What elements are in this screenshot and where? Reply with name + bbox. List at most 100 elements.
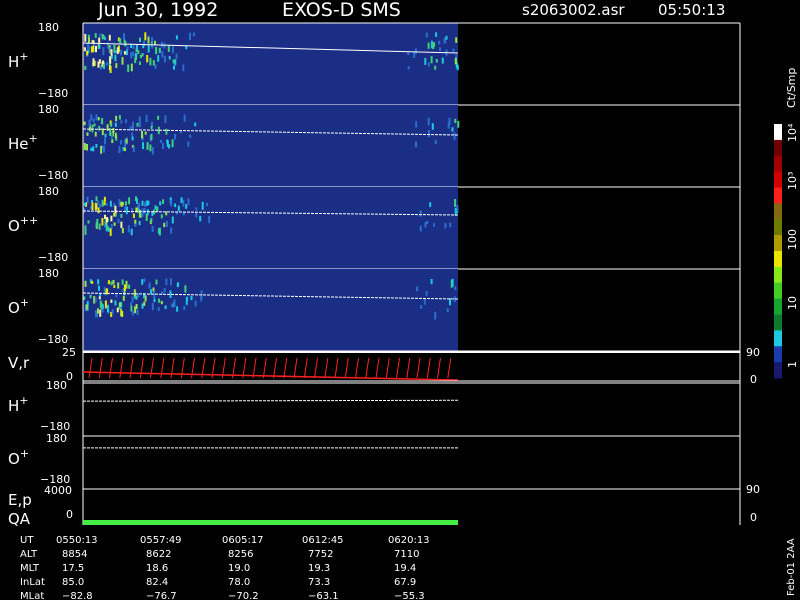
heat-cell bbox=[159, 139, 162, 143]
footer-row-name: ALT bbox=[20, 549, 38, 560]
heat-cell bbox=[429, 202, 432, 208]
heat-cell bbox=[415, 121, 418, 128]
heat-cell bbox=[415, 141, 417, 148]
heat-cell bbox=[87, 43, 90, 51]
ep-tick-top: 4000 bbox=[44, 484, 72, 497]
heat-cell bbox=[115, 115, 118, 122]
qa-label: QA bbox=[8, 510, 31, 528]
heat-cell bbox=[135, 295, 138, 300]
heat-cell bbox=[172, 46, 174, 54]
heat-cell bbox=[434, 139, 437, 145]
heat-cell bbox=[132, 45, 135, 49]
heat-cell bbox=[173, 65, 175, 70]
velocity-spike bbox=[406, 357, 411, 379]
footer-cell: 17.5 bbox=[62, 563, 84, 574]
velocity-spike bbox=[98, 357, 103, 379]
footer-row-name: UT bbox=[20, 535, 34, 546]
heat-cell bbox=[86, 132, 89, 136]
heat-cell bbox=[88, 119, 91, 127]
tick-top: 180 bbox=[38, 267, 59, 280]
heat-cell bbox=[106, 217, 108, 223]
heat-cell bbox=[118, 145, 121, 154]
heat-cell bbox=[187, 141, 190, 147]
heat-cell bbox=[145, 114, 148, 123]
heat-cell bbox=[114, 54, 117, 62]
colorbar-label: 10 bbox=[786, 296, 799, 310]
footer-cell: 73.3 bbox=[308, 577, 330, 588]
heat-cell bbox=[123, 284, 126, 291]
heat-cell bbox=[157, 55, 160, 62]
heat-cell bbox=[158, 47, 161, 51]
heat-cell bbox=[163, 55, 166, 63]
colorbar-swatch bbox=[774, 362, 782, 379]
colorbar-swatch bbox=[774, 330, 782, 347]
heat-cell bbox=[99, 300, 102, 309]
heat-cell bbox=[97, 200, 100, 205]
heat-cell bbox=[147, 200, 150, 205]
heat-cell bbox=[120, 120, 123, 124]
heat-cell bbox=[111, 308, 114, 315]
heat-cell bbox=[102, 47, 105, 56]
colorbar-swatch bbox=[774, 282, 782, 300]
velocity-spike bbox=[437, 357, 441, 379]
heat-cell bbox=[83, 121, 86, 126]
heat-cell bbox=[430, 279, 433, 285]
heat-cell bbox=[97, 279, 100, 285]
heat-cell bbox=[128, 284, 131, 289]
heat-cell bbox=[120, 221, 123, 229]
heat-cell bbox=[138, 209, 141, 218]
heat-cell bbox=[457, 120, 460, 128]
heat-cell bbox=[107, 280, 110, 285]
heat-cell bbox=[88, 37, 90, 43]
heat-cell bbox=[160, 214, 163, 219]
heat-cell bbox=[445, 35, 448, 40]
heat-cell bbox=[109, 200, 112, 207]
footer-table: UT 0550:13 0557:49 0605:17 0612:45 0620:13 ALT… bbox=[20, 535, 797, 600]
heatmap-panel-1: 180 −180 He+ bbox=[8, 103, 740, 188]
heat-cell bbox=[150, 133, 153, 141]
velocity-spike bbox=[314, 357, 318, 379]
heat-cell bbox=[127, 225, 130, 233]
heat-cell bbox=[117, 282, 120, 289]
footer-cell: 7110 bbox=[394, 549, 419, 560]
velocity-tick-bottom: 0 bbox=[66, 370, 73, 383]
heat-cell bbox=[130, 52, 133, 59]
heat-cell bbox=[175, 35, 178, 40]
heat-cell bbox=[151, 37, 154, 42]
heat-cell bbox=[141, 208, 144, 217]
heat-cell bbox=[86, 144, 88, 151]
heat-cell bbox=[147, 44, 150, 53]
heat-cell bbox=[84, 33, 87, 42]
heat-cell bbox=[108, 34, 111, 41]
heat-cell bbox=[173, 299, 176, 307]
ep-right-tick-bottom: 0 bbox=[750, 511, 757, 524]
velocity-spike bbox=[355, 357, 359, 379]
heat-cell bbox=[115, 294, 118, 298]
heat-cell bbox=[150, 125, 153, 129]
heat-cell bbox=[149, 57, 152, 66]
heat-cell bbox=[96, 218, 99, 225]
heat-cell bbox=[448, 117, 451, 125]
line-panel-label: H+ bbox=[8, 394, 29, 415]
panel-fill bbox=[83, 187, 458, 269]
heat-cell bbox=[109, 56, 112, 64]
heat-cell bbox=[151, 302, 154, 311]
footer-cell: 0605:17 bbox=[222, 535, 264, 546]
velocity-spike bbox=[293, 357, 298, 379]
heat-cell bbox=[132, 51, 135, 57]
velocity-trend bbox=[82, 371, 459, 381]
heat-cell bbox=[135, 48, 138, 52]
heat-cell bbox=[201, 201, 204, 210]
heat-cell bbox=[101, 199, 104, 207]
tick-bottom: −180 bbox=[38, 169, 68, 182]
heat-cell bbox=[125, 138, 128, 144]
footer-cell: −63.1 bbox=[308, 591, 339, 600]
tick-bottom: −180 bbox=[38, 333, 68, 346]
heat-cell bbox=[104, 133, 107, 138]
heat-cell bbox=[171, 139, 174, 148]
heat-cell bbox=[116, 47, 119, 54]
footer-cell: 82.4 bbox=[146, 577, 168, 588]
line-tick-top: 180 bbox=[46, 379, 67, 392]
heat-cell bbox=[84, 280, 87, 287]
velocity-spike bbox=[334, 357, 339, 379]
